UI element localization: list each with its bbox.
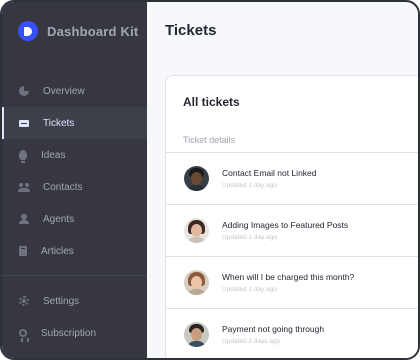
sidebar-item-articles[interactable]: Articles xyxy=(2,235,147,267)
sidebar-item-overview[interactable]: Overview xyxy=(2,75,147,107)
book-icon xyxy=(19,246,27,256)
app-window: Dashboard Kit Overview Tickets Ideas Con… xyxy=(0,0,420,360)
sidebar-item-tickets[interactable]: Tickets xyxy=(2,107,147,139)
ticket-updated: Updated 1 day ago xyxy=(222,286,277,293)
lightbulb-icon xyxy=(19,150,27,163)
sidebar-item-agents[interactable]: Agents xyxy=(2,203,147,235)
sidebar: Dashboard Kit Overview Tickets Ideas Con… xyxy=(2,2,147,358)
ticket-updated: Updated 1 day ago xyxy=(222,182,277,189)
sidebar-item-label: Ideas xyxy=(41,149,66,161)
avatar xyxy=(184,322,209,347)
people-icon xyxy=(18,182,30,192)
ticket-icon xyxy=(19,120,29,127)
ticket-title: When will I be charged this month? xyxy=(222,272,355,282)
brand[interactable]: Dashboard Kit xyxy=(18,21,138,41)
sidebar-item-label: Agents xyxy=(43,213,75,225)
table-row[interactable]: Payment not going through Updated 2 days… xyxy=(166,308,418,358)
sidebar-item-ideas[interactable]: Ideas xyxy=(2,139,147,171)
sidebar-item-subscription[interactable]: Subscription xyxy=(2,317,147,349)
ticket-title: Payment not going through xyxy=(222,324,325,334)
ticket-title: Adding Images to Featured Posts xyxy=(222,220,349,230)
table-row[interactable]: When will I be charged this month? Updat… xyxy=(166,256,418,308)
sidebar-item-label: Tickets xyxy=(43,117,75,129)
column-header-ticket-details[interactable]: Ticket details xyxy=(183,135,235,145)
ticket-title: Contact Email not Linked xyxy=(222,168,317,178)
gear-icon xyxy=(19,296,29,306)
avatar xyxy=(184,218,209,243)
logo-icon xyxy=(18,21,38,41)
table-row[interactable]: Adding Images to Featured Posts Updated … xyxy=(166,204,418,256)
sidebar-item-label: Overview xyxy=(43,85,85,97)
ticket-updated: Updated 2 days ago xyxy=(222,338,281,345)
avatar xyxy=(184,270,209,295)
sidebar-item-label: Settings xyxy=(43,295,80,307)
sidebar-item-label: Contacts xyxy=(43,181,83,193)
sidebar-item-settings[interactable]: Settings xyxy=(2,285,147,317)
sidebar-divider xyxy=(2,275,147,276)
sidebar-item-label: Subscription xyxy=(41,327,97,339)
avatar xyxy=(184,166,209,191)
tickets-card: All tickets Ticket details Contact Email… xyxy=(165,75,418,358)
page-title: Tickets xyxy=(165,22,217,39)
pie-chart-icon xyxy=(19,86,29,96)
sidebar-item-label: Articles xyxy=(41,245,74,257)
badge-icon xyxy=(19,329,29,342)
ticket-updated: Updated 1 day ago xyxy=(222,234,277,241)
sidebar-item-contacts[interactable]: Contacts xyxy=(2,171,147,203)
card-title: All tickets xyxy=(183,95,240,109)
brand-name: Dashboard Kit xyxy=(47,23,139,39)
table-row[interactable]: Contact Email not Linked Updated 1 day a… xyxy=(166,152,418,204)
user-icon xyxy=(19,214,29,224)
